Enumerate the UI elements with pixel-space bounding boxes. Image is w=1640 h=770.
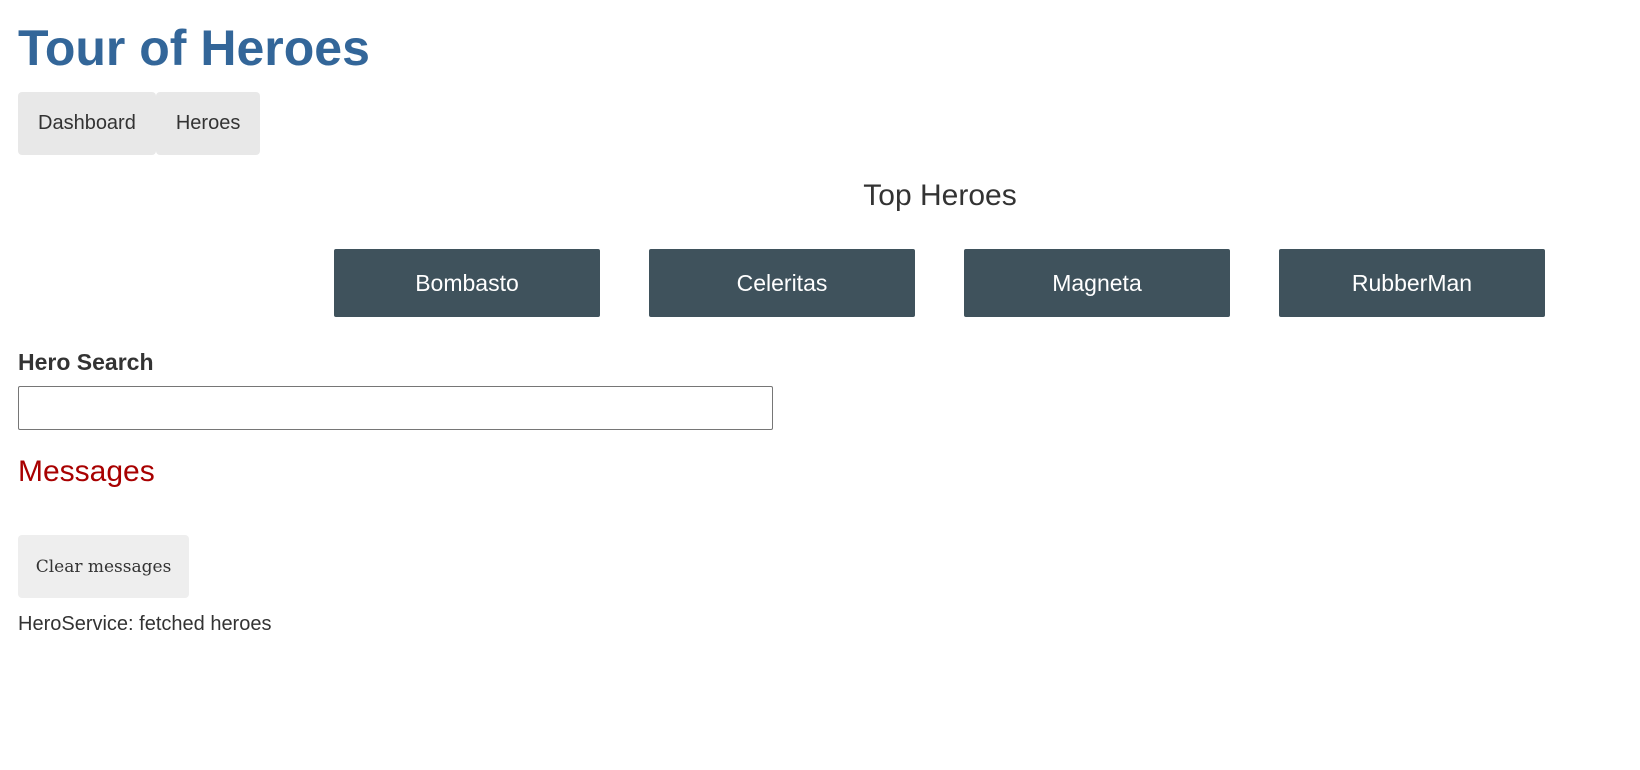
top-heroes-grid: Bombasto Celeritas Magneta RubberMan bbox=[334, 249, 1545, 317]
hero-card-celeritas[interactable]: Celeritas bbox=[649, 249, 915, 317]
page: Tour of Heroes Dashboard Heroes Top Hero… bbox=[0, 0, 1640, 770]
hero-card-magneta[interactable]: Magneta bbox=[964, 249, 1230, 317]
hero-search-input[interactable] bbox=[18, 386, 773, 430]
nav-dashboard-link[interactable]: Dashboard bbox=[18, 92, 156, 155]
main-nav: Dashboard Heroes bbox=[18, 92, 261, 155]
top-heroes-title: Top Heroes bbox=[863, 179, 1017, 212]
nav-heroes-link[interactable]: Heroes bbox=[155, 92, 261, 155]
app-title: Tour of Heroes bbox=[18, 20, 370, 76]
hero-card-rubberman[interactable]: RubberMan bbox=[1279, 249, 1545, 317]
hero-search-label: Hero Search bbox=[18, 349, 154, 375]
messages-title: Messages bbox=[18, 455, 155, 488]
message-item: HeroService: fetched heroes bbox=[18, 613, 272, 635]
hero-card-bombasto[interactable]: Bombasto bbox=[334, 249, 600, 317]
clear-messages-button[interactable]: Clear messages bbox=[18, 535, 189, 598]
